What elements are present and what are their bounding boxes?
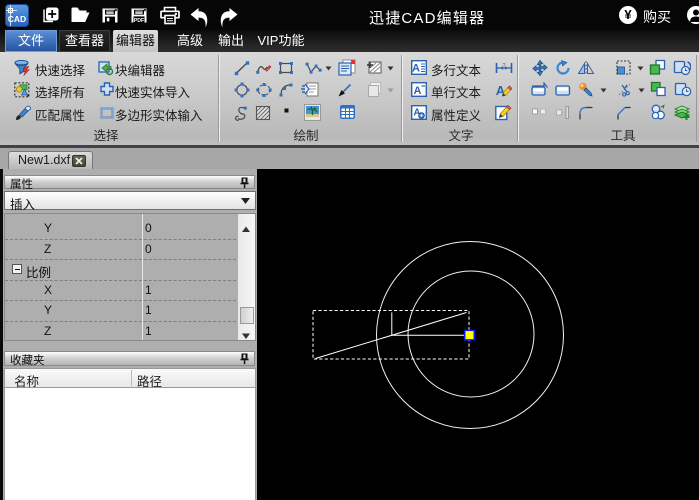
svg-text:A: A xyxy=(414,85,422,97)
svg-text:A: A xyxy=(412,63,420,75)
svg-text:PDF: PDF xyxy=(134,18,144,23)
svg-text:?: ? xyxy=(502,63,505,69)
svg-text:CAD: CAD xyxy=(8,14,26,24)
